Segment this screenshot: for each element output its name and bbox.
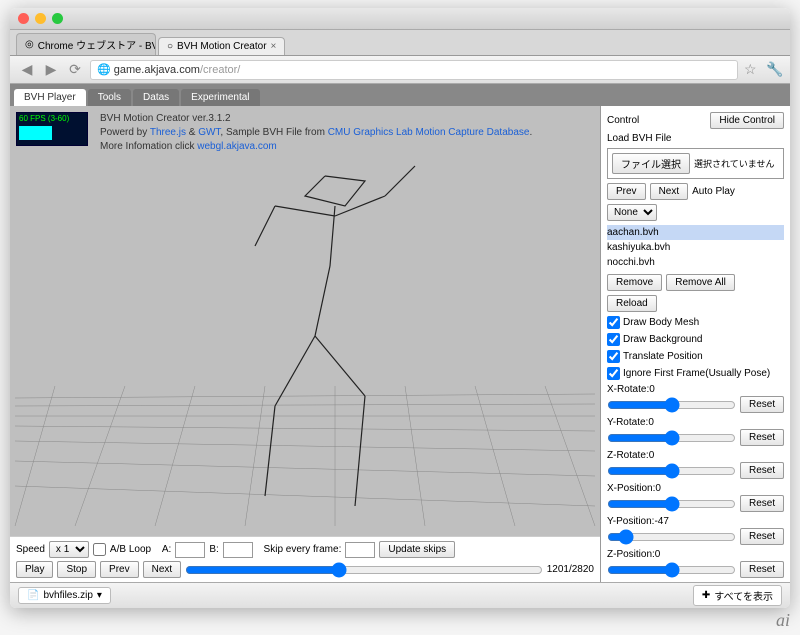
seek-slider[interactable]	[185, 562, 543, 578]
tab-tools[interactable]: Tools	[88, 89, 131, 106]
watermark: ai	[776, 610, 790, 631]
autoplay-label: Auto Play	[692, 186, 735, 197]
close-window-icon[interactable]	[18, 13, 29, 24]
reload-button[interactable]: ⟳	[66, 61, 84, 79]
bvh-file-list: aachan.bvh kashiyuka.bvh nocchi.bvh	[607, 225, 784, 270]
window-titlebar	[10, 8, 790, 30]
link-cmu[interactable]: CMU Graphics Lab Motion Capture Database	[328, 127, 530, 138]
fps-text: 60 FPS (3-60)	[19, 114, 69, 123]
back-button[interactable]: ◀	[18, 61, 36, 79]
b-input[interactable]	[223, 542, 253, 558]
tab-bvh-player[interactable]: BVH Player	[14, 89, 86, 106]
abloop-checkbox[interactable]	[93, 543, 106, 556]
3d-viewport[interactable]: 60 FPS (3-60) BVH Motion Creator ver.3.1…	[10, 106, 600, 536]
download-filename: bvhfiles.zip	[43, 590, 92, 601]
reset-button[interactable]: Reset	[740, 561, 784, 578]
reset-button[interactable]: Reset	[740, 495, 784, 512]
draw-body-checkbox[interactable]	[607, 316, 620, 329]
link-gwt[interactable]: GWT	[198, 127, 220, 138]
file-select-button[interactable]: ファイル選択	[612, 153, 690, 174]
abloop-label: A/B Loop	[110, 544, 151, 555]
browser-toolbar: ◀ ▶ ⟳ 🌐 game.akjava.com/creator/ ☆ 🔧	[10, 56, 790, 84]
frame-counter: 1201/2820	[547, 564, 594, 575]
hide-control-button[interactable]: Hide Control	[710, 112, 784, 129]
skeleton-render	[10, 106, 600, 536]
control-title: Control	[607, 115, 639, 126]
zoom-window-icon[interactable]	[52, 13, 63, 24]
skip-input[interactable]	[345, 542, 375, 558]
list-item[interactable]: aachan.bvh	[607, 225, 784, 240]
browser-tab-1[interactable]: ◎ Chrome ウェブストア - BVH ×	[16, 33, 156, 55]
list-item[interactable]: kashiyuka.bvh	[607, 240, 784, 255]
link-threejs[interactable]: Three.js	[150, 127, 186, 138]
draw-bg-checkbox[interactable]	[607, 333, 620, 346]
remove-button[interactable]: Remove	[607, 274, 662, 291]
a-label: A:	[162, 544, 171, 555]
tab-favicon: ○	[167, 41, 173, 52]
speed-select[interactable]: x 1	[49, 541, 89, 558]
tab-title: BVH Motion Creator	[177, 41, 266, 52]
file-next-button[interactable]: Next	[650, 183, 689, 200]
y-rotate-slider[interactable]	[607, 431, 736, 445]
a-input[interactable]	[175, 542, 205, 558]
url-path: /creator/	[200, 64, 240, 76]
z-pos-slider[interactable]	[607, 563, 736, 577]
stop-button[interactable]: Stop	[57, 561, 96, 578]
load-bvh-label: Load BVH File	[607, 133, 784, 144]
skip-label: Skip every frame:	[264, 544, 342, 555]
tab-datas[interactable]: Datas	[133, 89, 179, 106]
x-pos-slider[interactable]	[607, 497, 736, 511]
link-webgl[interactable]: webgl.akjava.com	[197, 141, 276, 152]
y-pos-slider[interactable]	[607, 530, 736, 544]
downloads-bar: 📄 bvhfiles.zip ▾ ✚ すべてを表示	[10, 582, 790, 608]
list-item[interactable]: nocchi.bvh	[607, 255, 784, 270]
b-label: B:	[209, 544, 218, 555]
remove-all-button[interactable]: Remove All	[666, 274, 735, 291]
reset-button[interactable]: Reset	[740, 462, 784, 479]
app-info: BVH Motion Creator ver.3.1.2 Powerd by T…	[100, 112, 532, 154]
x-rotate-slider[interactable]	[607, 398, 736, 412]
reload-button[interactable]: Reload	[607, 295, 657, 312]
url-host: game.akjava.com	[114, 64, 200, 76]
download-item[interactable]: 📄 bvhfiles.zip ▾	[18, 587, 111, 604]
translate-pos-checkbox[interactable]	[607, 350, 620, 363]
fps-counter: 60 FPS (3-60)	[16, 112, 88, 146]
browser-tab-2[interactable]: ○ BVH Motion Creator ×	[158, 37, 285, 55]
traffic-lights	[18, 13, 63, 24]
ignore-first-checkbox[interactable]	[607, 367, 620, 380]
tab-experimental[interactable]: Experimental	[181, 89, 259, 106]
play-button[interactable]: Play	[16, 561, 53, 578]
control-panel: Control Hide Control Load BVH File ファイル選…	[600, 106, 790, 582]
globe-icon: 🌐	[97, 63, 111, 76]
chevron-down-icon[interactable]: ▾	[97, 590, 102, 601]
reset-button[interactable]: Reset	[740, 429, 784, 446]
tab-favicon: ◎	[25, 39, 34, 50]
forward-button[interactable]: ▶	[42, 61, 60, 79]
settings-icon[interactable]: 🔧	[766, 61, 782, 78]
update-skips-button[interactable]: Update skips	[379, 541, 455, 558]
playback-bar: Speed x 1 A/B Loop A: B: Skip every fram…	[10, 536, 600, 582]
info-version: BVH Motion Creator ver.3.1.2	[100, 112, 532, 126]
z-rotate-slider[interactable]	[607, 464, 736, 478]
reset-button[interactable]: Reset	[740, 528, 784, 545]
file-icon: 📄	[27, 590, 39, 601]
minimize-window-icon[interactable]	[35, 13, 46, 24]
reset-button[interactable]: Reset	[740, 396, 784, 413]
prev-frame-button[interactable]: Prev	[100, 561, 139, 578]
file-prev-button[interactable]: Prev	[607, 183, 646, 200]
address-bar[interactable]: 🌐 game.akjava.com/creator/	[90, 60, 738, 80]
speed-label: Speed	[16, 544, 45, 555]
tab-title: Chrome ウェブストア - BVH	[38, 37, 156, 52]
next-frame-button[interactable]: Next	[143, 561, 182, 578]
autoplay-select[interactable]: None	[607, 204, 657, 221]
close-tab-icon[interactable]: ×	[271, 41, 277, 52]
bookmark-icon[interactable]: ☆	[744, 61, 760, 78]
show-all-downloads[interactable]: ✚ すべてを表示	[693, 585, 782, 606]
browser-tabstrip: ◎ Chrome ウェブストア - BVH × ○ BVH Motion Cre…	[10, 30, 790, 56]
app-tabbar: BVH Player Tools Datas Experimental	[10, 84, 790, 106]
file-none-text: 選択されていません	[694, 157, 774, 170]
